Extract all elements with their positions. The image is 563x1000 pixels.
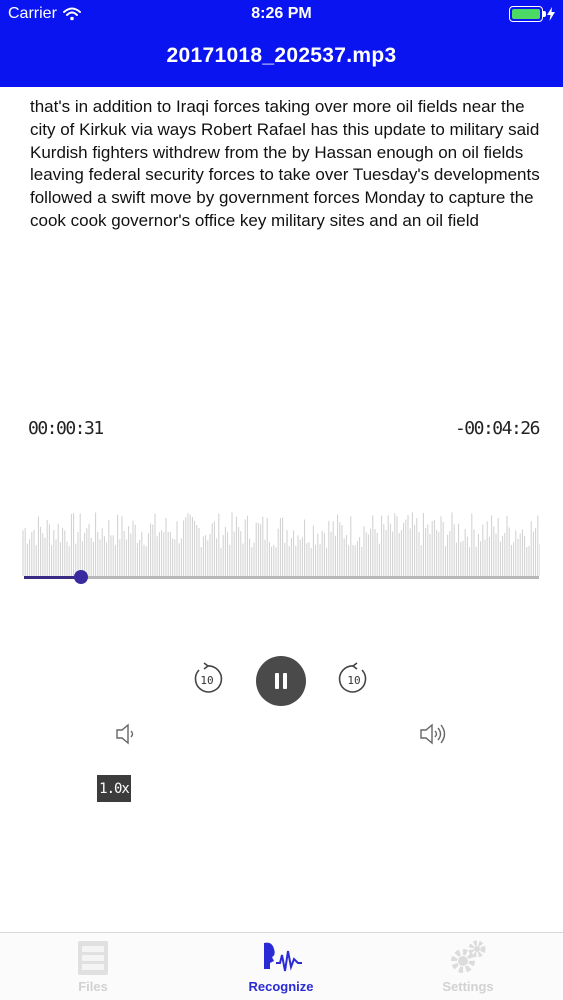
forward-seconds: 10 [347,674,360,687]
tab-files-label: Files [78,979,108,994]
charging-bolt-icon [547,7,555,21]
app-header: Carrier 8:26 PM 20171018_202537.mp3 [0,0,563,87]
remaining-time: -00:04:26 [454,418,541,439]
progress-fill [24,576,81,579]
battery-indicator [509,6,555,22]
rewind-10-button[interactable]: 10 [190,662,224,696]
progress-track[interactable] [24,576,539,579]
playback-speed-button[interactable]: 1.0x [97,775,131,802]
forward-icon: 10 [338,662,367,693]
elapsed-time: 00:00:31 [28,418,104,439]
tab-settings[interactable]: Settings [423,937,513,994]
recognize-icon [264,942,302,972]
progress-knob[interactable] [73,570,88,584]
status-bar: Carrier 8:26 PM [0,0,563,30]
forward-10-button[interactable]: 10 [337,662,371,696]
tab-recognize-label: Recognize [248,979,314,994]
tab-bar: Files Recognize Settings [0,932,563,1000]
speaker-high-icon [420,723,446,745]
audio-waveform[interactable] [22,508,540,576]
speaker-low-icon [116,723,134,745]
rewind-icon: 10 [194,662,223,693]
tab-recognize[interactable]: Recognize [236,937,326,994]
battery-full-icon [509,6,546,22]
pause-icon [275,673,287,689]
gear-icon [451,940,486,973]
rewind-seconds: 10 [200,674,213,687]
tab-settings-label: Settings [442,979,494,994]
volume-down-button[interactable] [112,720,140,748]
page-title: 20171018_202537.mp3 [166,44,397,67]
status-time: 8:26 PM [251,5,312,22]
transcript-text: that's in addition to Iraqi forces takin… [30,97,540,230]
tab-files[interactable]: Files [48,937,138,994]
volume-up-button[interactable] [417,720,451,748]
pause-button[interactable] [256,656,306,706]
files-icon [78,941,108,975]
